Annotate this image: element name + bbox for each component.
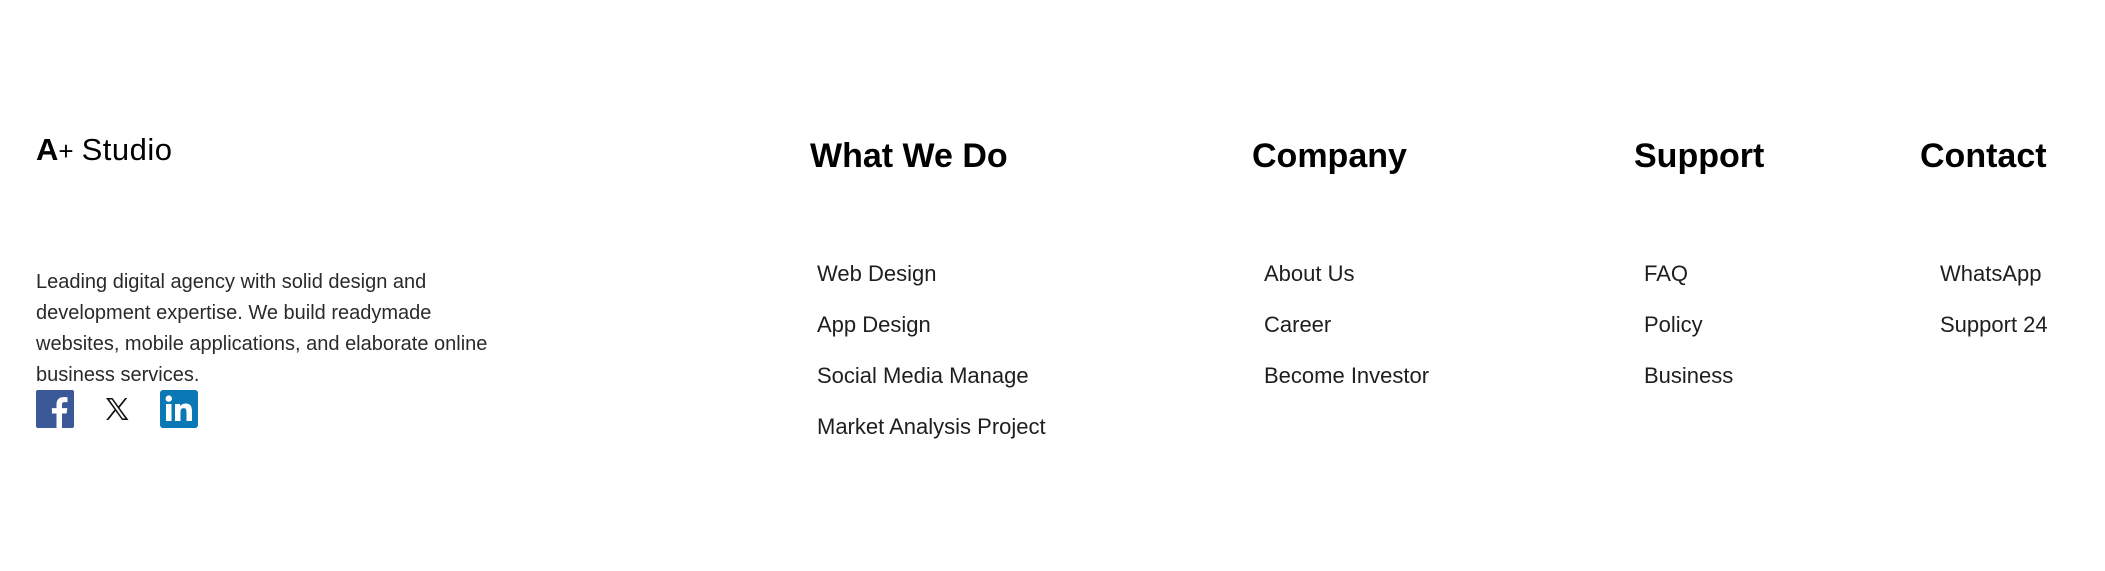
company-description: Leading digital agency with solid design…	[36, 271, 488, 386]
brand-logo[interactable]: A+ Studio	[36, 132, 172, 169]
column-links-contact: WhatsApp Support 24	[1920, 261, 2048, 363]
link-whatsapp[interactable]: WhatsApp	[1940, 261, 2048, 312]
brand-plus: +	[58, 136, 74, 166]
column-company: Company About Us Career Become Investor	[1252, 136, 1429, 414]
facebook-icon[interactable]	[36, 390, 74, 428]
link-about-us[interactable]: About Us	[1264, 261, 1429, 312]
brand-mark: A	[36, 132, 59, 167]
column-what-we-do: What We Do Web Design App Design Social …	[810, 136, 1046, 465]
column-title-what-we-do: What We Do	[810, 137, 1008, 175]
column-links-support: FAQ Policy Business	[1634, 261, 1764, 414]
brand-name: Studio	[81, 132, 173, 167]
link-support-24[interactable]: Support 24	[1940, 312, 2048, 363]
site-footer: A+ Studio Leading digital agency with sol…	[0, 0, 2105, 571]
x-icon[interactable]	[98, 390, 136, 428]
column-support: Support FAQ Policy Business	[1634, 136, 1764, 414]
column-title-contact: Contact	[1920, 137, 2047, 175]
column-contact: Contact WhatsApp Support 24	[1920, 136, 2048, 363]
link-career[interactable]: Career	[1264, 312, 1429, 363]
link-policy[interactable]: Policy	[1644, 312, 1764, 363]
column-links-company: About Us Career Become Investor	[1252, 261, 1429, 414]
linkedin-icon[interactable]	[160, 390, 198, 428]
link-social-media-manage[interactable]: Social Media Manage	[817, 363, 1046, 414]
link-become-investor[interactable]: Become Investor	[1264, 363, 1429, 414]
social-links	[36, 390, 198, 428]
link-business[interactable]: Business	[1644, 363, 1764, 414]
link-web-design[interactable]: Web Design	[817, 261, 1046, 312]
column-links-what-we-do: Web Design App Design Social Media Manag…	[810, 261, 1046, 465]
column-title-company: Company	[1252, 137, 1407, 175]
link-app-design[interactable]: App Design	[817, 312, 1046, 363]
column-title-support: Support	[1634, 137, 1765, 175]
link-market-analysis-project[interactable]: Market Analysis Project	[817, 414, 1046, 465]
link-faq[interactable]: FAQ	[1644, 261, 1764, 312]
